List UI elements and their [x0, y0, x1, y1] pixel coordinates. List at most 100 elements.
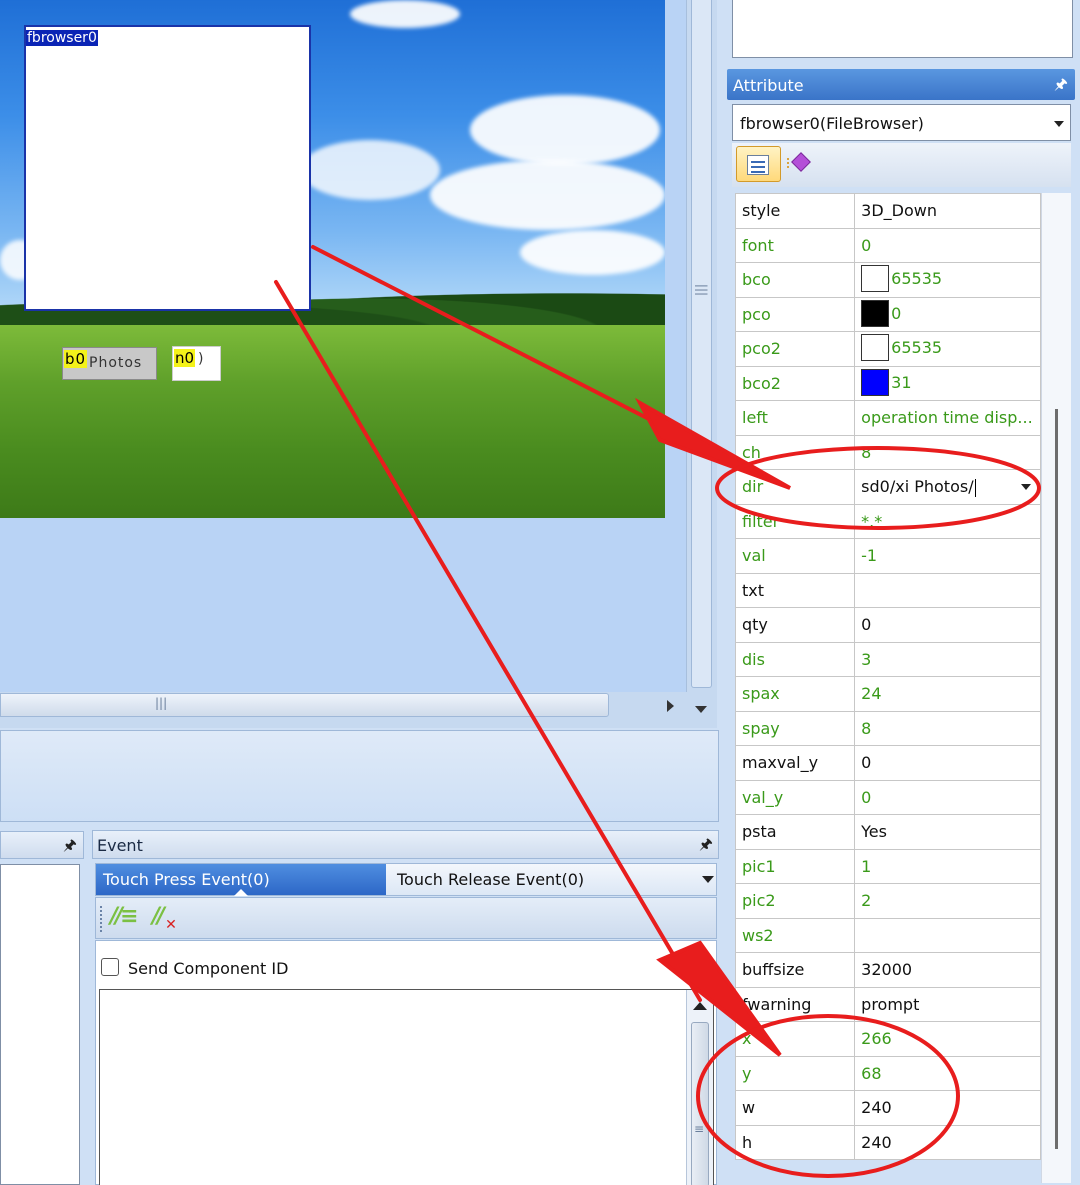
- attribute-value-text: Yes: [861, 822, 887, 842]
- attribute-row-ws2[interactable]: ws2: [734, 917, 1041, 953]
- scroll-thumb[interactable]: [1055, 409, 1058, 1149]
- tab-touch-press[interactable]: Touch Press Event(0): [96, 864, 386, 896]
- scroll-thumb[interactable]: [691, 1022, 709, 1185]
- attribute-row-val[interactable]: val -1: [734, 538, 1041, 574]
- attribute-row-pic1[interactable]: pic1 1: [734, 848, 1041, 884]
- scroll-track[interactable]: [691, 0, 712, 688]
- scroll-track[interactable]: [0, 693, 609, 717]
- color-swatch[interactable]: [861, 334, 890, 362]
- attribute-row-spay[interactable]: spay 8: [734, 710, 1041, 746]
- send-component-id-checkbox[interactable]: [101, 958, 119, 976]
- attribute-value[interactable]: 240: [854, 1124, 1041, 1160]
- pin-icon[interactable]: 🖈: [1054, 74, 1068, 99]
- attribute-row-maxval_y[interactable]: maxval_y 0: [734, 745, 1041, 781]
- pin-icon[interactable]: 🖈: [63, 835, 77, 860]
- attribute-value[interactable]: 31: [854, 365, 1041, 401]
- canvas-horizontal-scrollbar[interactable]: |||: [0, 692, 717, 728]
- attribute-value[interactable]: 3: [854, 641, 1041, 677]
- color-swatch[interactable]: [861, 368, 890, 396]
- event-code-editor[interactable]: ≡: [99, 989, 714, 1185]
- attribute-row-pic2[interactable]: pic2 2: [734, 883, 1041, 919]
- attribute-row-ch[interactable]: ch 8: [734, 434, 1041, 470]
- attribute-row-font[interactable]: font 0: [734, 227, 1041, 263]
- attribute-value[interactable]: 3D_Down: [854, 193, 1041, 229]
- color-swatch[interactable]: [861, 299, 890, 327]
- attribute-row-left[interactable]: left operation time disp...: [734, 400, 1041, 436]
- attribute-row-bco[interactable]: bco 65535: [734, 262, 1041, 298]
- attribute-key: dis: [734, 641, 856, 677]
- scroll-right-icon[interactable]: [667, 700, 674, 712]
- attribute-row-w[interactable]: w 240: [734, 1090, 1041, 1126]
- attribute-row-filter[interactable]: filter *.*: [734, 503, 1041, 539]
- attribute-row-style[interactable]: style 3D_Down: [734, 193, 1041, 229]
- tab-touch-release[interactable]: Touch Release Event(0): [391, 864, 671, 895]
- selected-component: fbrowser0(FileBrowser): [740, 114, 924, 133]
- design-canvas[interactable]: fbrowser0 Photos b0 ) n0: [0, 0, 686, 692]
- attribute-vertical-scrollbar[interactable]: [1041, 193, 1071, 1183]
- scroll-up-icon[interactable]: [693, 1002, 707, 1010]
- attribute-row-buffsize[interactable]: buffsize 32000: [734, 952, 1041, 988]
- attribute-row-x[interactable]: x 266: [734, 1021, 1041, 1057]
- attribute-value[interactable]: 240: [854, 1090, 1041, 1126]
- attribute-row-y[interactable]: y 68: [734, 1055, 1041, 1091]
- attribute-value[interactable]: operation time disp...: [854, 400, 1041, 436]
- attribute-value[interactable]: 0: [854, 227, 1041, 263]
- attribute-value[interactable]: [854, 917, 1041, 953]
- attribute-value[interactable]: 266: [854, 1021, 1041, 1057]
- tabs-dropdown-icon[interactable]: [702, 876, 714, 883]
- attribute-value[interactable]: 1: [854, 848, 1041, 884]
- comment-lines-icon[interactable]: //≡: [110, 904, 138, 929]
- attribute-value-text: 31: [891, 372, 912, 392]
- attribute-value-text: 266: [861, 1029, 892, 1049]
- attribute-value[interactable]: 65535: [854, 262, 1041, 298]
- attribute-value[interactable]: 0: [854, 779, 1041, 815]
- attribute-value[interactable]: 0: [854, 296, 1041, 332]
- attribute-value[interactable]: prompt: [854, 986, 1041, 1022]
- filebrowser-component[interactable]: fbrowser0: [24, 25, 311, 311]
- attribute-value-text: 240: [861, 1132, 892, 1152]
- attribute-value[interactable]: 0: [854, 745, 1041, 781]
- properties-icon[interactable]: [736, 146, 781, 182]
- chevron-down-icon[interactable]: [1054, 121, 1064, 127]
- attribute-row-bco2[interactable]: bco2 31: [734, 365, 1041, 401]
- component-selector[interactable]: fbrowser0(FileBrowser): [732, 104, 1071, 141]
- scroll-down-icon[interactable]: [695, 706, 707, 713]
- attribute-value[interactable]: [854, 572, 1041, 608]
- attribute-row-pco2[interactable]: pco2 65535: [734, 331, 1041, 367]
- attribute-row-dir[interactable]: dir sd0/xi Photos/: [734, 469, 1041, 505]
- canvas-vertical-scrollbar[interactable]: |||: [686, 0, 717, 692]
- attribute-value[interactable]: 8: [854, 434, 1041, 470]
- attribute-value[interactable]: 8: [854, 710, 1041, 746]
- attribute-row-fwarning[interactable]: fwarning prompt: [734, 986, 1041, 1022]
- attribute-value[interactable]: 0: [854, 607, 1041, 643]
- grip-icon: |||: [155, 696, 168, 710]
- attribute-value[interactable]: -1: [854, 538, 1041, 574]
- uncomment-lines-icon[interactable]: //✕: [152, 904, 177, 933]
- attribute-value[interactable]: 65535: [854, 331, 1041, 367]
- attribute-value[interactable]: 2: [854, 883, 1041, 919]
- attribute-value-text: 2: [861, 891, 872, 911]
- event-code-area: Send Component ID ≡: [95, 940, 717, 1185]
- photos-button-component[interactable]: Photos b0: [62, 347, 157, 380]
- chevron-down-icon[interactable]: [1021, 484, 1032, 490]
- attribute-row-qty[interactable]: qty 0: [734, 607, 1041, 643]
- attribute-row-val_y[interactable]: val_y 0: [734, 779, 1041, 815]
- attribute-value[interactable]: 32000: [854, 952, 1041, 988]
- attribute-row-psta[interactable]: psta Yes: [734, 814, 1041, 850]
- attribute-value[interactable]: *.*: [854, 503, 1041, 539]
- attribute-value[interactable]: 68: [854, 1055, 1041, 1091]
- attribute-key: x: [734, 1021, 856, 1057]
- attribute-row-h[interactable]: h 240: [734, 1124, 1041, 1160]
- events-gem-icon[interactable]: [791, 152, 811, 172]
- code-vertical-scrollbar[interactable]: ≡: [686, 990, 713, 1185]
- number-component[interactable]: ) n0: [172, 346, 221, 381]
- color-swatch[interactable]: [861, 265, 890, 293]
- pin-icon[interactable]: 🖈: [699, 834, 713, 859]
- attribute-value[interactable]: 24: [854, 676, 1041, 712]
- attribute-value[interactable]: Yes: [854, 814, 1041, 850]
- attribute-row-txt[interactable]: txt: [734, 572, 1041, 608]
- attribute-value[interactable]: sd0/xi Photos/: [854, 469, 1041, 505]
- attribute-row-pco[interactable]: pco 0: [734, 296, 1041, 332]
- attribute-row-dis[interactable]: dis 3: [734, 641, 1041, 677]
- attribute-row-spax[interactable]: spax 24: [734, 676, 1041, 712]
